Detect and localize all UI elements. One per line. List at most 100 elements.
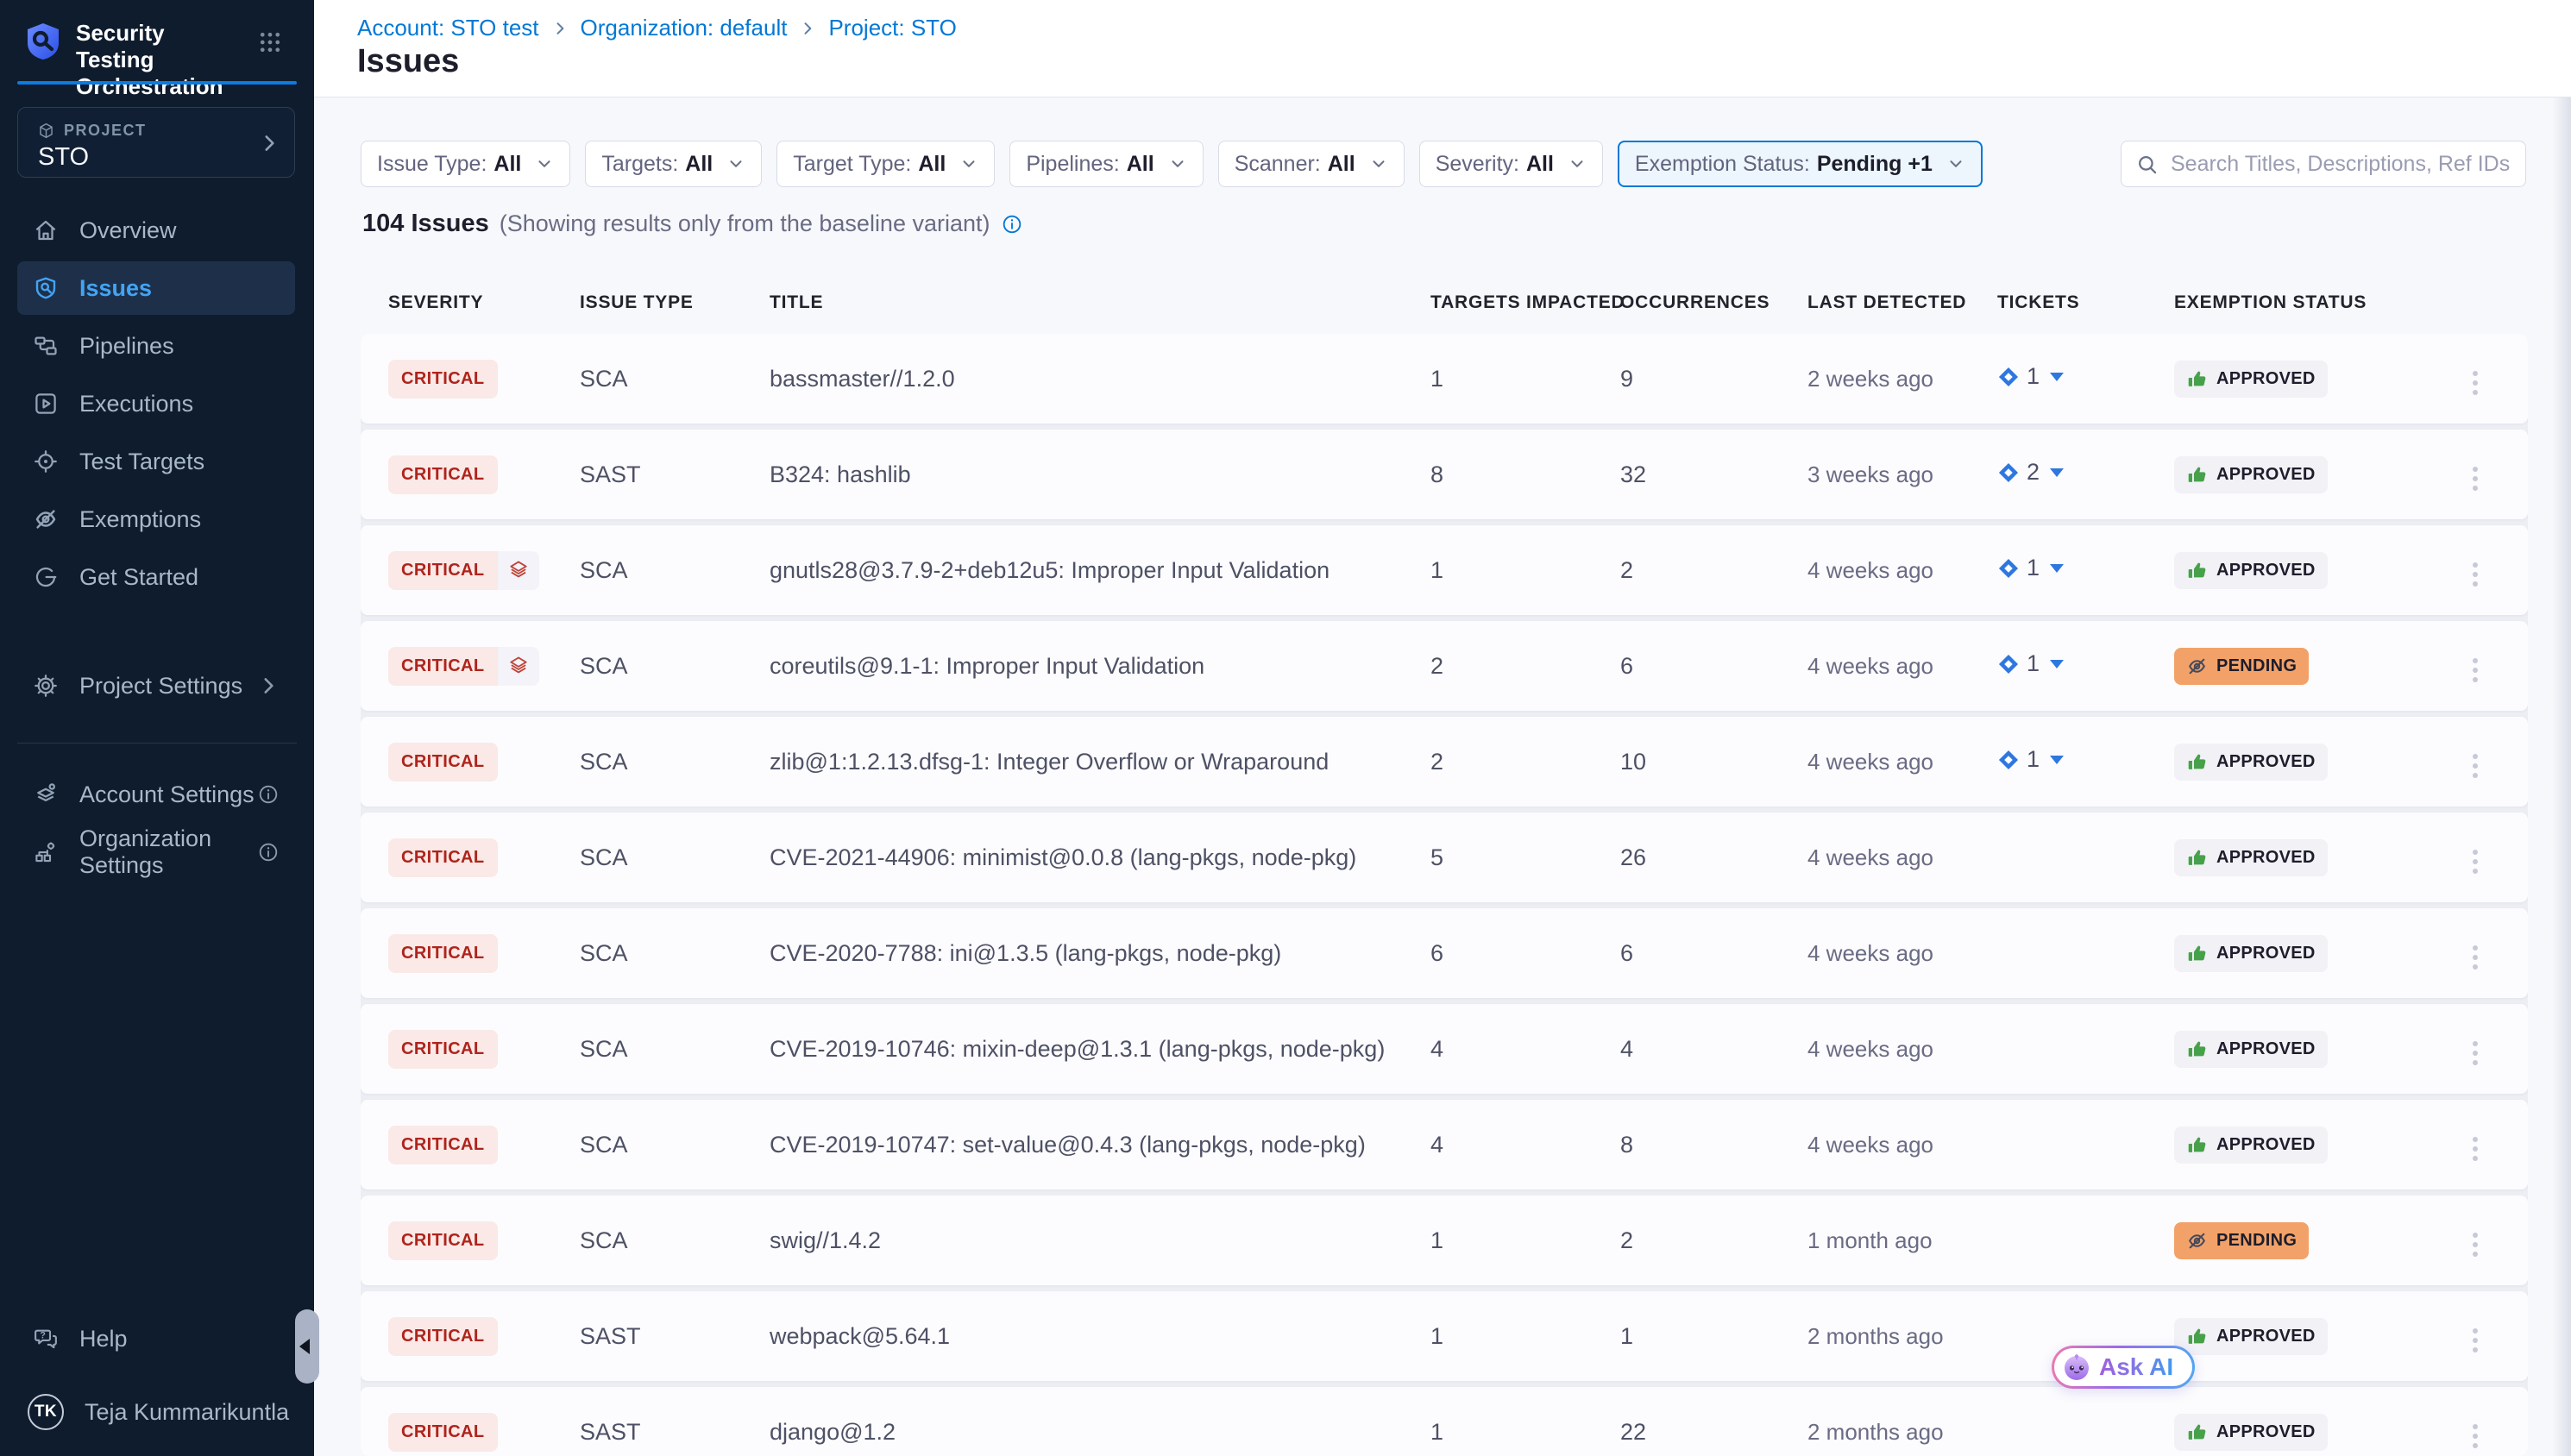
- exemption-status-badge: APPROVED: [2174, 1318, 2328, 1355]
- issue-title[interactable]: CVE-2019-10747: set-value@0.4.3 (lang-pk…: [770, 1132, 1430, 1158]
- occurrences-cell: 6: [1620, 940, 1807, 967]
- occurrences-cell: 4: [1620, 1036, 1807, 1063]
- filter-issue-type-[interactable]: Issue Type: All: [361, 141, 570, 187]
- issue-row[interactable]: CRITICAL SAST django@1.2 1 22 2 months a…: [361, 1387, 2528, 1456]
- filter-targets-[interactable]: Targets: All: [585, 141, 762, 187]
- severity-cell: CRITICAL: [388, 455, 580, 494]
- row-menu-kebab[interactable]: [2464, 651, 2486, 689]
- filter-scanner-[interactable]: Scanner: All: [1218, 141, 1405, 187]
- issue-row[interactable]: CRITICAL SCA zlib@1:1.2.13.dfsg-1: Integ…: [361, 717, 2528, 806]
- ticket-caret-icon: [2050, 373, 2064, 381]
- sidebar-item-exemptions[interactable]: Exemptions: [17, 493, 295, 546]
- info-icon[interactable]: [257, 783, 280, 806]
- ticket-link[interactable]: 1: [1997, 555, 2064, 581]
- issue-title[interactable]: gnutls28@3.7.9-2+deb12u5: Improper Input…: [770, 557, 1430, 584]
- row-menu-kebab[interactable]: [2464, 843, 2486, 881]
- issue-type-cell: SCA: [580, 844, 770, 871]
- project-selector-label: PROJECT: [64, 122, 147, 140]
- info-icon[interactable]: [257, 841, 280, 863]
- issue-row[interactable]: CRITICAL SAST B324: hashlib 8 32 3 weeks…: [361, 430, 2528, 519]
- issue-row[interactable]: CRITICAL SAST webpack@5.64.1 1 1 2 month…: [361, 1291, 2528, 1381]
- row-actions-cell: [2464, 1217, 2528, 1264]
- issue-title[interactable]: coreutils@9.1-1: Improper Input Validati…: [770, 653, 1430, 680]
- module-grid-icon[interactable]: [257, 29, 283, 55]
- row-menu-kebab[interactable]: [2464, 938, 2486, 976]
- sidebar-item-pipelines[interactable]: Pipelines: [17, 319, 295, 373]
- targets-impacted-cell: 1: [1430, 1323, 1620, 1350]
- layers-icon: [498, 551, 539, 590]
- issue-row[interactable]: CRITICAL SCA CVE-2021-44906: minimist@0.…: [361, 813, 2528, 902]
- sidebar-item-account-settings[interactable]: Account Settings: [17, 768, 295, 821]
- ticket-link[interactable]: 1: [1997, 746, 2064, 773]
- row-menu-kebab[interactable]: [2464, 747, 2486, 785]
- issue-title[interactable]: swig//1.4.2: [770, 1227, 1430, 1254]
- occurrences-cell: 26: [1620, 844, 1807, 871]
- issue-row[interactable]: CRITICAL SCA coreutils@9.1-1: Improper I…: [361, 621, 2528, 711]
- sidebar-item-get-started[interactable]: Get Started: [17, 550, 295, 604]
- account-layers-gear-icon: [33, 781, 59, 807]
- row-menu-kebab[interactable]: [2464, 1417, 2486, 1455]
- sidebar-item-issues[interactable]: Issues: [17, 261, 295, 315]
- exemption-status-cell: APPROVED: [2174, 361, 2464, 398]
- sidebar-item-organization-settings[interactable]: Organization Settings: [17, 825, 295, 879]
- user-menu[interactable]: TK Teja Kummarikuntla: [17, 1385, 295, 1439]
- issue-row[interactable]: CRITICAL SCA gnutls28@3.7.9-2+deb12u5: I…: [361, 525, 2528, 615]
- search-box: [2121, 141, 2526, 187]
- ticket-link[interactable]: 2: [1997, 459, 2064, 486]
- ask-ai-button[interactable]: Ask AI: [2052, 1346, 2195, 1389]
- occurrences-cell: 32: [1620, 461, 1807, 488]
- issue-title[interactable]: django@1.2: [770, 1419, 1430, 1446]
- row-menu-kebab[interactable]: [2464, 555, 2486, 593]
- issue-row[interactable]: CRITICAL SCA bassmaster//1.2.0 1 9 2 wee…: [361, 334, 2528, 424]
- breadcrumb-project[interactable]: Project: STO: [828, 15, 956, 41]
- sidebar-collapse-handle[interactable]: [295, 1309, 319, 1384]
- exemption-status-cell: APPROVED: [2174, 839, 2464, 876]
- search-input[interactable]: [2169, 146, 2525, 182]
- main-content: Account: STO test Organization: default …: [314, 0, 2571, 1456]
- occurrences-cell: 9: [1620, 366, 1807, 392]
- filter-severity-[interactable]: Severity: All: [1419, 141, 1603, 187]
- issue-row[interactable]: CRITICAL SCA CVE-2019-10747: set-value@0…: [361, 1100, 2528, 1189]
- filter-pipelines-[interactable]: Pipelines: All: [1009, 141, 1203, 187]
- row-actions-cell: [2464, 834, 2528, 881]
- issue-row[interactable]: CRITICAL SCA swig//1.4.2 1 2 1 month ago…: [361, 1196, 2528, 1285]
- row-menu-kebab[interactable]: [2464, 1321, 2486, 1359]
- issue-title[interactable]: B324: hashlib: [770, 461, 1430, 488]
- ticket-link[interactable]: 1: [1997, 363, 2064, 390]
- issue-title[interactable]: CVE-2020-7788: ini@1.3.5 (lang-pkgs, nod…: [770, 940, 1430, 967]
- get-started-icon: [33, 564, 59, 590]
- info-icon[interactable]: [1001, 213, 1023, 235]
- targets-impacted-cell: 1: [1430, 557, 1620, 584]
- thumbs-up-icon: [2186, 560, 2208, 581]
- severity-cell: CRITICAL: [388, 1030, 580, 1069]
- sidebar-item-help[interactable]: Help: [17, 1312, 295, 1365]
- row-menu-kebab[interactable]: [2464, 364, 2486, 402]
- sidebar-item-executions[interactable]: Executions: [17, 377, 295, 430]
- gear-icon: [33, 673, 59, 699]
- issue-title[interactable]: webpack@5.64.1: [770, 1323, 1430, 1350]
- project-selector[interactable]: PROJECT STO: [17, 107, 295, 178]
- ticket-link[interactable]: 1: [1997, 650, 2064, 677]
- issue-row[interactable]: CRITICAL SCA CVE-2019-10746: mixin-deep@…: [361, 1004, 2528, 1094]
- breadcrumb-organization[interactable]: Organization: default: [581, 15, 788, 41]
- issue-type-cell: SCA: [580, 557, 770, 584]
- filter-exemption-status-[interactable]: Exemption Status: Pending +1: [1618, 141, 1983, 187]
- thumbs-up-icon: [2186, 1039, 2208, 1060]
- issue-title[interactable]: bassmaster//1.2.0: [770, 366, 1430, 392]
- row-menu-kebab[interactable]: [2464, 1034, 2486, 1072]
- issue-row[interactable]: CRITICAL SCA CVE-2020-7788: ini@1.3.5 (l…: [361, 908, 2528, 998]
- row-menu-kebab[interactable]: [2464, 1130, 2486, 1168]
- jira-ticket-icon: [1997, 461, 2020, 484]
- sidebar-item-overview[interactable]: Overview: [17, 204, 295, 257]
- issue-title[interactable]: CVE-2021-44906: minimist@0.0.8 (lang-pkg…: [770, 844, 1430, 871]
- row-actions-cell: [2464, 738, 2528, 785]
- filter-target-type-[interactable]: Target Type: All: [776, 141, 995, 187]
- row-menu-kebab[interactable]: [2464, 460, 2486, 498]
- issue-title[interactable]: zlib@1:1.2.13.dfsg-1: Integer Overflow o…: [770, 749, 1430, 775]
- breadcrumb-account[interactable]: Account: STO test: [357, 15, 539, 41]
- sidebar-item-test-targets[interactable]: Test Targets: [17, 435, 295, 488]
- row-menu-kebab[interactable]: [2464, 1226, 2486, 1264]
- pipelines-icon: [33, 333, 59, 359]
- issue-title[interactable]: CVE-2019-10746: mixin-deep@1.3.1 (lang-p…: [770, 1036, 1430, 1063]
- sidebar-item-project-settings[interactable]: Project Settings: [17, 659, 295, 712]
